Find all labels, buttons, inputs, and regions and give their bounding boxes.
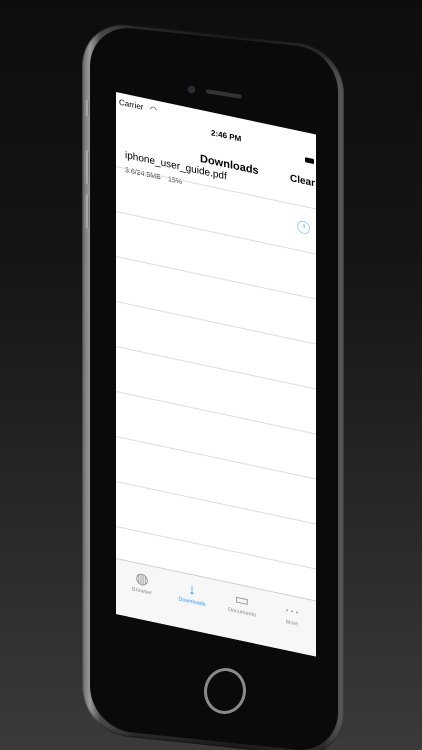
download-list [116,166,316,614]
front-camera [188,86,195,93]
tab-downloads[interactable]: ↓ Downloads [168,576,216,610]
tab-documents[interactable]: ▭ Documents [218,587,266,621]
tab-more[interactable]: ··· More [268,597,316,631]
tab-label: More [285,619,299,628]
screen: Carrier ◠ 2:46 PM Downloads Clear iphone… [116,92,316,657]
tab-browser[interactable]: ◍ Browser [118,565,166,599]
volume-down-button [85,194,89,229]
stage: Carrier ◠ 2:46 PM Downloads Clear iphone… [0,0,422,750]
volume-up-button [85,150,89,185]
mute-switch [85,100,89,117]
wifi-icon: ◠ [150,104,157,115]
